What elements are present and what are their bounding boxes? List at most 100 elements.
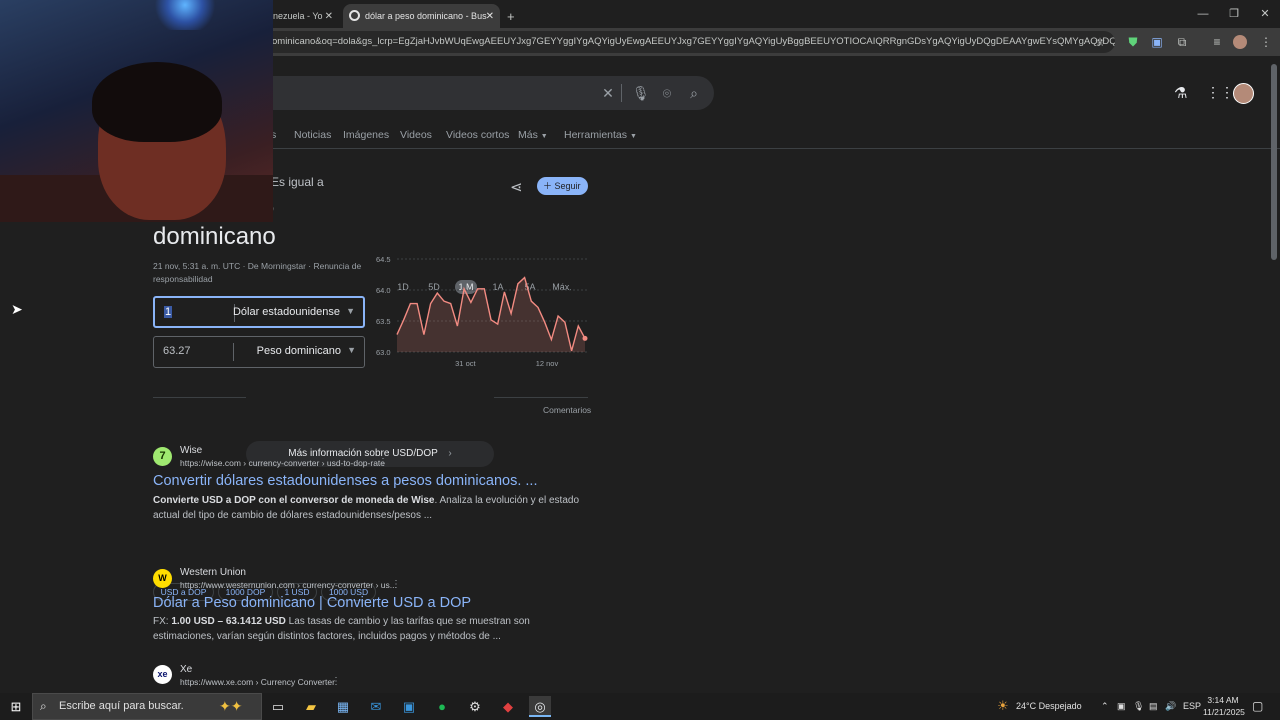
result-options-icon[interactable]: ⋮ [391,579,401,590]
chevron-right-icon: › [448,448,452,459]
dropdown-arrow-icon[interactable]: ▼ [347,345,356,355]
to-currency-box: 63.27 Peso dominicano ▼ [153,336,365,368]
new-tab-button[interactable]: + [503,4,523,28]
clock-time: 3:14 AM [1207,695,1239,705]
labs-flask-icon[interactable]: ⚗ [1174,84,1187,102]
follow-button[interactable]: ＋ Seguir [537,177,588,195]
tab-title: nezuela - Yo [273,11,323,21]
search-icon[interactable]: ⌕ [686,85,702,101]
chart-ytick-label: 64.0 [376,286,391,295]
result-snippet: FX: 1.00 USD – 63.1412 USD Las tasas de … [153,614,593,644]
profile-avatar-icon[interactable] [1233,35,1247,49]
result-site-name[interactable]: Xe [180,664,192,675]
network-icon[interactable]: ▤ [1149,701,1158,712]
ambient-light [150,0,220,30]
chart-ytick-label: 63.5 [376,317,391,326]
snippet-bold: 1.00 USD – 63.1412 USD [171,616,286,627]
tray-chevron-up-icon[interactable]: ⌃ [1101,701,1109,712]
media-control-icon[interactable]: ≡ [1209,34,1225,50]
apps-grid-icon[interactable]: ⋮⋮ [1206,84,1234,101]
steam-icon[interactable]: ⚙ [464,696,486,717]
field-separator [233,343,234,361]
microphone-icon[interactable]: 🎙 [632,85,650,101]
restore-icon[interactable]: ❐ [1219,4,1249,24]
app-icon[interactable]: ▣ [398,696,420,717]
to-amount-input[interactable]: 63.27 [163,345,191,357]
clock[interactable]: 3:14 AM 11/21/2025 [1203,694,1245,718]
result-url[interactable]: https://www.xe.com › Currency Converter [180,677,335,687]
rate-meta: 21 nov, 5:31 a. m. UTC · De Morningstar … [153,261,362,284]
close-tab-icon[interactable]: ✕ [486,11,494,22]
plus-icon: ＋ [543,181,553,191]
from-currency-box: 1 Dólar estadounidense ▼ [153,296,365,328]
follow-label: Seguir [554,181,581,191]
snippet-bold: Convierte USD a DOP con el conversor de … [153,495,435,506]
lens-camera-icon[interactable]: ⌾ [659,85,675,101]
minimize-icon[interactable]: — [1188,4,1218,24]
share-icon[interactable]: ⋖ [510,178,523,196]
weather-icon: ☀ [997,698,1009,713]
kebab-menu-icon[interactable]: ⋮ [1258,34,1274,50]
to-currency-select[interactable]: Peso dominicano [257,345,341,357]
divider-right [494,397,588,398]
tab-short-videos[interactable]: Videos cortos [446,129,509,141]
taskbar-search-box[interactable]: ⌕ Escribe aquí para buscar. ✦✦ [32,693,262,720]
language-indicator[interactable]: ESP [1183,701,1201,711]
extensions-icon[interactable]: ⧉ [1174,34,1190,50]
tab-title: dólar a peso dominicano - Bus [365,11,487,21]
game-app-icon[interactable]: ◆ [497,696,519,717]
result-options-icon[interactable]: ⋮ [378,457,388,468]
result-url[interactable]: https://www.westernunion.com › currency-… [180,580,397,590]
result-url[interactable]: https://wise.com › currency-converter › … [180,458,385,468]
google-favicon-icon [349,10,360,21]
chart-xtick-label: 31 oct [455,359,476,368]
from-currency-select[interactable]: Dólar estadounidense [233,306,340,318]
store-icon[interactable]: ▦ [332,696,354,717]
western-union-favicon-icon: W [153,569,172,588]
notifications-icon[interactable]: ▢ [1252,699,1263,713]
bookmark-star-icon[interactable]: ☆ [1092,34,1108,50]
shield-extension-icon[interactable]: ⛊ [1125,34,1141,50]
weather-text[interactable]: 24°C Despejado [1016,701,1082,711]
feedback-link[interactable]: Comentarios [543,405,591,415]
spotify-icon[interactable]: ● [431,696,453,717]
translate-icon[interactable]: ▣ [1149,34,1165,50]
tab-google-search[interactable]: dólar a peso dominicano - Bus ✕ [343,4,500,28]
volume-icon[interactable]: 🔊 [1165,701,1176,712]
copilot-sparkle-icon: ✦✦ [219,698,243,714]
caret-down-icon: ▼ [540,133,548,140]
clear-icon[interactable]: ✕ [600,85,616,101]
dropdown-arrow-icon[interactable]: ▼ [346,306,355,316]
tab-tools[interactable]: Herramientas ▼ [564,129,637,141]
result-site-name[interactable]: Wise [180,445,202,456]
url-text: ominicano&oq=dola&gs_lcrp=EgZjaHJvbWUqEw… [272,36,1115,47]
windows-taskbar: ⊞ ⌕ Escribe aquí para buscar. ✦✦ ▭ ▰ ▦ ✉… [0,693,1280,720]
task-view-icon[interactable]: ▭ [267,696,289,717]
result-title-link[interactable]: Convertir dólares estadounidenses a peso… [153,473,537,489]
search-box[interactable]: ✕ 🎙 ⌾ ⌕ [240,76,714,110]
caret-down-icon: ▼ [629,133,637,140]
close-window-icon[interactable]: ✕ [1250,4,1280,24]
tab-videos[interactable]: Videos [400,129,432,141]
account-avatar[interactable] [1233,83,1254,104]
page-scrollbar[interactable] [1271,64,1277,260]
address-bar[interactable]: ominicano&oq=dola&gs_lcrp=EgZjaHJvbWUqEw… [240,31,1115,53]
file-explorer-icon[interactable]: ▰ [300,696,322,717]
tab-images[interactable]: Imágenes [343,129,389,141]
tray-app-icon[interactable]: ▣ [1117,701,1126,712]
tab-more[interactable]: Más ▼ [518,129,548,141]
from-amount-input[interactable]: 1 [164,306,173,318]
result-site-name[interactable]: Western Union [180,567,246,578]
converter-heading-partial: Es igual a [271,175,324,189]
result-title-link[interactable]: Dólar a Peso dominicano | Convierte USD … [153,595,471,611]
windows-start-icon[interactable]: ⊞ [5,696,27,717]
tab-news[interactable]: Noticias [294,129,331,141]
chart-xtick-label: 12 nov [536,359,559,368]
clock-date: 11/21/2025 [1203,707,1245,717]
tab-youtube[interactable]: nezuela - Yo ✕ [265,4,339,28]
close-tab-icon[interactable]: ✕ [325,11,333,22]
mail-icon[interactable]: ✉ [365,696,387,717]
chrome-icon[interactable]: ◎ [529,696,551,717]
microphone-tray-icon[interactable]: 🎙 [1133,701,1144,712]
result-options-icon[interactable]: ⋮ [331,676,341,687]
